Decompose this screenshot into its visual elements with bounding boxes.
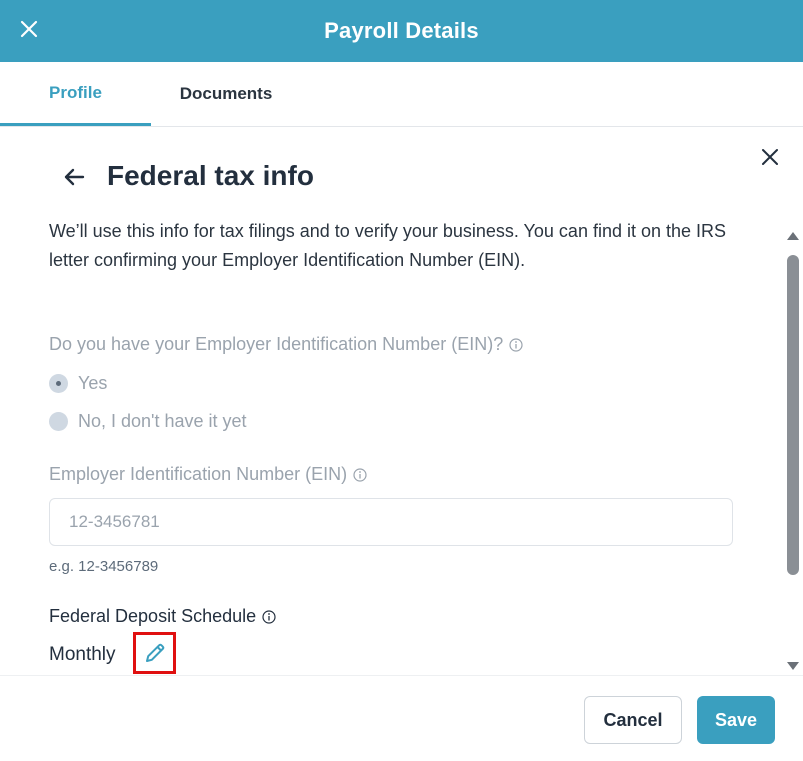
modal-title: Payroll Details [324,18,479,43]
modal-footer: Cancel Save [0,675,803,761]
ein-question-text: Do you have your Employer Identification… [49,334,504,354]
ein-field-label-text: Employer Identification Number (EIN) [49,464,348,484]
radio-button-yes[interactable] [49,374,68,393]
ein-hint: e.g. 12-3456789 [49,558,159,575]
radio-option-no[interactable]: No, I don't have it yet [49,411,247,432]
save-button[interactable]: Save [697,696,775,744]
info-icon[interactable] [262,609,276,624]
tab-bar: Profile Documents [0,62,803,127]
scroll-thumb[interactable] [787,255,799,575]
edit-pencil-icon[interactable] [133,632,176,674]
info-icon[interactable] [353,467,367,482]
deposit-schedule-label: Federal Deposit Schedule [49,606,276,627]
ein-question-label: Do you have your Employer Identification… [49,334,523,355]
deposit-schedule-value: Monthly [49,644,116,665]
scroll-down-arrow-icon[interactable] [786,659,800,671]
radio-label-no: No, I don't have it yet [78,411,247,431]
cancel-button[interactable]: Cancel [584,696,682,744]
back-arrow-icon[interactable] [60,163,88,191]
close-icon[interactable] [16,16,42,42]
tab-documents[interactable]: Documents [151,62,301,126]
scroll-up-arrow-icon[interactable] [786,229,800,241]
page-title: Federal tax info [107,160,314,191]
info-icon[interactable] [509,337,523,352]
radio-label-yes: Yes [78,373,108,393]
radio-option-yes[interactable]: Yes [49,373,107,394]
ein-input[interactable] [49,498,733,546]
tab-profile[interactable]: Profile [0,62,151,126]
page-description: We’ll use this info for tax filings and … [49,221,727,270]
scrollbar[interactable] [783,227,803,673]
radio-button-no[interactable] [49,412,68,431]
modal-header: Payroll Details [0,0,803,62]
ein-field-label: Employer Identification Number (EIN) [49,464,367,485]
close-panel-icon[interactable] [758,145,782,169]
deposit-schedule-label-text: Federal Deposit Schedule [49,606,257,626]
